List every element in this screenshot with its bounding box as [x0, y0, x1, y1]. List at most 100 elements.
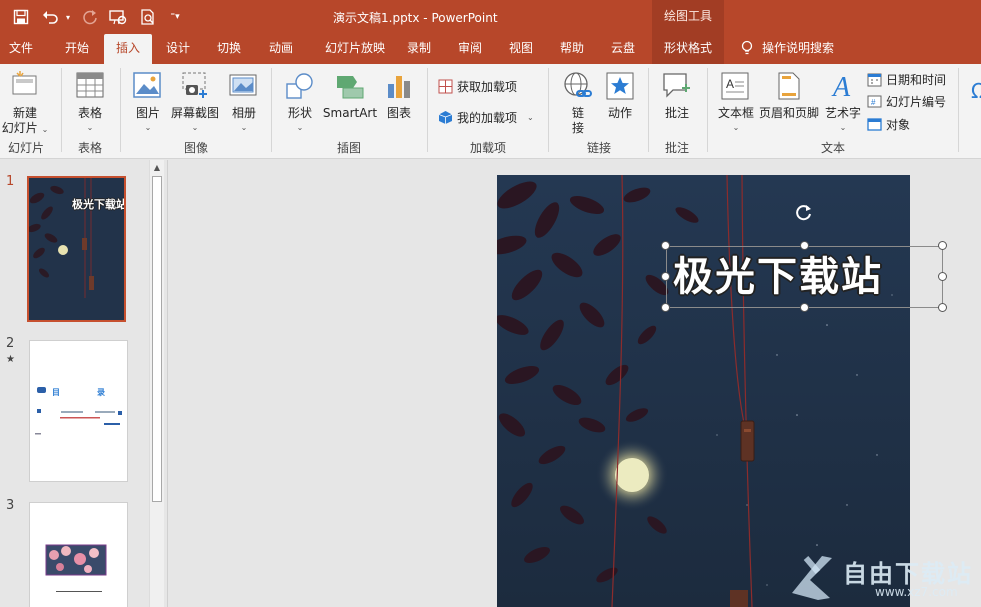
customize-quick-access-icon[interactable]: ⁼▾ — [167, 7, 183, 27]
resize-handle-bottom[interactable] — [800, 303, 809, 312]
svg-text:Ω: Ω — [971, 79, 981, 103]
group-divider — [271, 68, 272, 152]
resize-handle-right[interactable] — [938, 272, 947, 281]
tab-design[interactable]: 设计 — [156, 34, 200, 64]
store-icon — [438, 79, 453, 93]
tell-me-search[interactable]: 操作说明搜索 — [762, 34, 846, 64]
chart-label: 图表 — [386, 106, 411, 120]
svg-text:#: # — [871, 98, 876, 107]
slide-number-2: 2 — [6, 336, 15, 351]
slide-number-1: 1 — [6, 174, 15, 189]
textbox-button[interactable]: A 文本框 ⌄ — [716, 68, 756, 138]
object-button[interactable]: 对象 — [867, 114, 910, 134]
header-footer-button[interactable]: 页眉和页脚 — [757, 68, 821, 138]
get-addins-button[interactable]: 获取加载项 — [438, 76, 517, 96]
screenshot-button[interactable]: 屏幕截图 ⌄ — [168, 68, 222, 138]
picture-icon — [133, 72, 161, 98]
slide-thumbnail-2[interactable]: 目 录 — [29, 340, 128, 482]
chart-icon — [388, 76, 410, 98]
my-addins-button[interactable]: 我的加载项 ⌄ — [438, 107, 534, 127]
scrollbar-thumb[interactable] — [152, 176, 162, 502]
calendar-icon — [867, 73, 882, 86]
chevron-down-icon: ⌄ — [144, 123, 152, 132]
header-footer-icon — [778, 72, 800, 100]
date-time-button[interactable]: 日期和时间 — [867, 69, 946, 89]
comment-label: 批注 — [664, 106, 689, 120]
tab-shape-format[interactable]: 形状格式 — [652, 34, 724, 64]
rotate-handle-icon[interactable] — [794, 203, 814, 223]
tab-view[interactable]: 视图 — [500, 34, 542, 64]
action-star-icon — [606, 72, 634, 100]
resize-handle-left[interactable] — [661, 272, 670, 281]
smartart-button[interactable]: SmartArt — [322, 68, 378, 138]
tab-help[interactable]: 帮助 — [551, 34, 593, 64]
undo-dropdown-icon[interactable]: ▾ — [62, 7, 74, 27]
textbox-icon: A — [721, 72, 749, 100]
wordart-icon: A — [831, 72, 851, 100]
tab-cloud[interactable]: 云盘 — [602, 34, 644, 64]
group-label-addins: 加载项 — [469, 141, 506, 155]
ribbon: 新建 幻灯片 ⌄ 幻灯片 表格 ⌄ 表格 图片 ⌄ 屏幕截图 ⌄ 相册 ⌄ 图像… — [0, 64, 981, 159]
thumbnail-scrollbar[interactable]: ▲ — [149, 160, 164, 607]
comment-button[interactable]: 批注 — [656, 68, 698, 138]
slide-number-icon: # — [867, 95, 882, 107]
group-label-illustrations: 插图 — [336, 141, 361, 155]
screenshot-icon — [182, 72, 207, 98]
group-divider — [120, 68, 121, 152]
symbols-icon[interactable]: Ω — [970, 78, 981, 104]
object-icon — [867, 117, 882, 131]
tab-home[interactable]: 开始 — [55, 34, 99, 64]
smartart-icon — [337, 76, 364, 99]
date-time-label: 日期和时间 — [886, 72, 947, 87]
slide-thumbnail-pane: 1 极光下载站 2 ★ 目 录 3 — [0, 160, 168, 607]
tab-animations[interactable]: 动画 — [259, 34, 303, 64]
print-preview-icon[interactable] — [137, 7, 159, 27]
resize-handle-bottom-left[interactable] — [661, 303, 670, 312]
shapes-button[interactable]: 形状 ⌄ — [280, 68, 320, 138]
lightbulb-icon — [741, 40, 753, 55]
smartart-label: SmartArt — [322, 106, 378, 120]
wordart-button[interactable]: A 艺术字 ⌄ — [822, 68, 864, 138]
resize-handle-bottom-right[interactable] — [938, 303, 947, 312]
new-slide-label-line1: 新建 — [12, 106, 37, 120]
tab-review[interactable]: 审阅 — [449, 34, 491, 64]
resize-handle-top[interactable] — [800, 241, 809, 250]
slide-number-label: 幻灯片编号 — [886, 94, 947, 109]
thumbnail-title: 极光下载站 — [72, 198, 126, 211]
resize-handle-top-right[interactable] — [938, 241, 947, 250]
chevron-down-icon: ⌄ — [41, 125, 49, 134]
chevron-down-icon: ⌄ — [732, 123, 740, 132]
tab-slideshow[interactable]: 幻灯片放映 — [315, 34, 395, 64]
table-icon — [76, 72, 104, 98]
tab-insert[interactable]: 插入 — [104, 34, 152, 64]
svg-text:A: A — [831, 72, 851, 100]
present-from-start-icon[interactable] — [107, 7, 129, 27]
link-button[interactable]: 链 接 — [558, 68, 598, 138]
thumbnail-heading-left: 目 — [52, 388, 60, 397]
transition-star-icon: ★ — [6, 354, 15, 365]
new-slide-button[interactable]: 新建 幻灯片 ⌄ — [0, 68, 50, 138]
get-addins-label: 获取加载项 — [457, 79, 518, 94]
scroll-up-arrow-icon[interactable]: ▲ — [150, 161, 164, 175]
table-button[interactable]: 表格 ⌄ — [68, 68, 112, 138]
current-slide[interactable] — [497, 175, 910, 607]
tab-transitions[interactable]: 切换 — [207, 34, 251, 64]
action-button[interactable]: 动作 — [600, 68, 640, 138]
chevron-down-icon: ⌄ — [839, 123, 847, 132]
slide-number-button[interactable]: # 幻灯片编号 — [867, 91, 946, 111]
tab-record[interactable]: 录制 — [400, 34, 438, 64]
save-icon[interactable] — [10, 7, 32, 27]
slide-thumbnail-3[interactable] — [29, 502, 128, 607]
resize-handle-top-left[interactable] — [661, 241, 670, 250]
thumbnail-flower-image — [45, 544, 107, 592]
picture-button[interactable]: 图片 ⌄ — [128, 68, 168, 138]
group-label-images: 图像 — [183, 141, 208, 155]
chart-button[interactable]: 图表 — [380, 68, 418, 138]
slide-title-text[interactable]: 极光下载站 — [673, 252, 883, 302]
album-button[interactable]: 相册 ⌄ — [224, 68, 264, 138]
slide-thumbnail-1[interactable]: 极光下载站 — [27, 176, 126, 322]
tab-file[interactable]: 文件 — [0, 34, 42, 64]
watermark-text: 自由下载站 — [843, 560, 973, 588]
undo-icon[interactable] — [40, 7, 62, 27]
context-group-label: 绘图工具 — [652, 0, 724, 34]
